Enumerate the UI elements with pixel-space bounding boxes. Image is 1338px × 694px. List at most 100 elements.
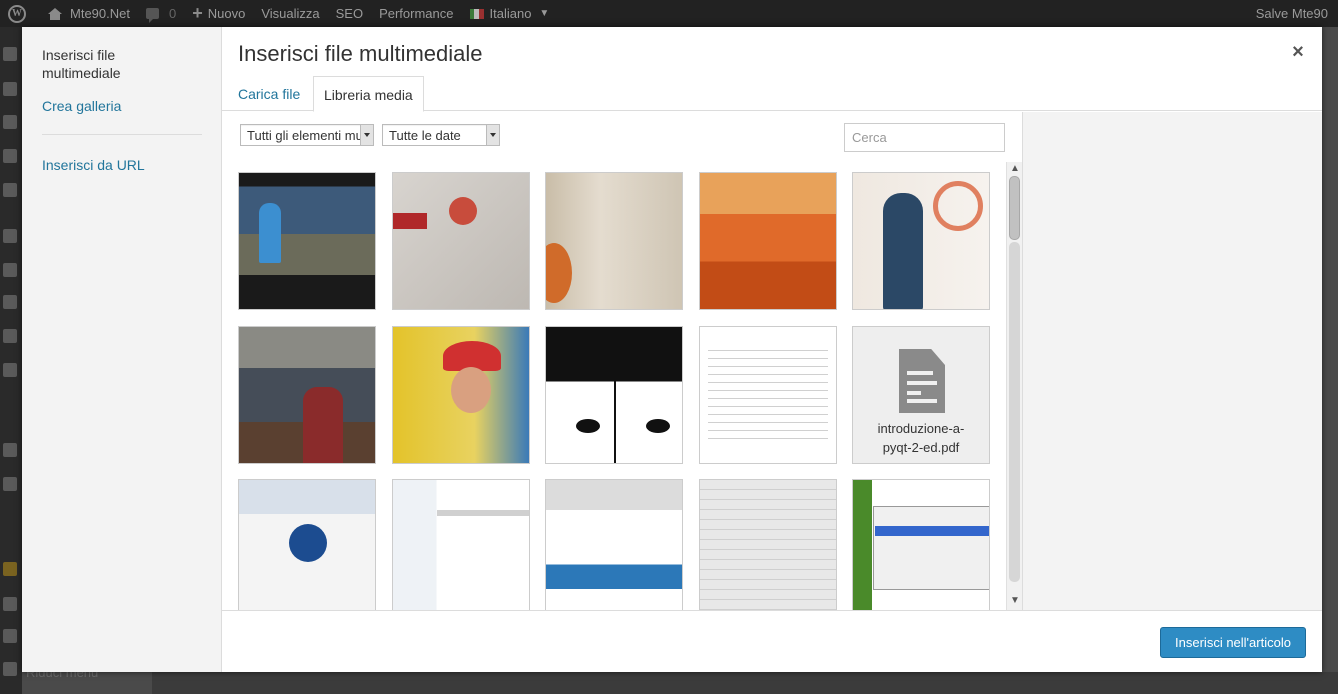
- plugins-icon[interactable]: [3, 263, 17, 277]
- image-thumbnail: [546, 480, 682, 610]
- attachment-firefox-screenshot[interactable]: [238, 479, 376, 610]
- attachments-browser: Tutti gli elementi multimediali Tutte le…: [222, 112, 1022, 610]
- users-icon[interactable]: [3, 295, 17, 309]
- scrollbar-track[interactable]: [1009, 242, 1020, 582]
- modal-toolbar: Inserisci nell'articolo: [222, 610, 1322, 672]
- attachment-group-photo[interactable]: [238, 326, 376, 464]
- language-label: Italiano: [489, 6, 532, 21]
- filter-date-select[interactable]: Tutte le date: [382, 124, 500, 146]
- document-icon: [899, 349, 945, 413]
- attachment-xkcd-comic[interactable]: [545, 326, 683, 464]
- comments-count: 0: [168, 6, 177, 21]
- cube-icon[interactable]: [3, 629, 17, 643]
- logo-shape: [933, 181, 983, 231]
- account-menu[interactable]: Salve Mte90: [1248, 0, 1338, 27]
- attachment-github-readme-screenshot[interactable]: [392, 479, 530, 610]
- attachment-filename: introduzione-a-pyqt-2-ed.pdf: [877, 421, 965, 455]
- pages-icon[interactable]: [3, 183, 17, 197]
- filter-type-value: Tutti gli elementi multimediali: [247, 128, 373, 143]
- context-menu-shape: [873, 506, 989, 590]
- close-icon[interactable]: ×: [1286, 39, 1310, 65]
- admin-bar: W Mte90.Net 0 + Nuovo Visualizza SEO Per…: [0, 0, 1338, 27]
- wordpress-logo[interactable]: W: [0, 0, 40, 27]
- insert-into-post-button[interactable]: Inserisci nell'articolo: [1160, 627, 1306, 658]
- italian-flag-icon: [469, 8, 484, 19]
- person-shape: [259, 203, 281, 263]
- attachment-firefox-suggestions-screenshot[interactable]: [699, 479, 837, 610]
- media-icon[interactable]: [3, 82, 17, 96]
- attachment-meetup-whiteboard[interactable]: [545, 172, 683, 310]
- performance-label: Performance: [379, 6, 454, 21]
- comments-link[interactable]: 0: [138, 0, 184, 27]
- menu-item-insert-media[interactable]: Inserisci file multimediale: [42, 46, 192, 82]
- attachment-context-menu-screenshot[interactable]: [852, 479, 990, 610]
- feedback-icon[interactable]: [3, 149, 17, 163]
- attachment-index-document[interactable]: [699, 326, 837, 464]
- security-icon[interactable]: [3, 477, 17, 491]
- seo-menu-icon[interactable]: [3, 443, 17, 457]
- attachment-red-hat-portrait[interactable]: [392, 326, 530, 464]
- comments-menu-icon[interactable]: [3, 115, 17, 129]
- tab-media-library[interactable]: Libreria media: [313, 76, 424, 112]
- wordpress-icon: W: [8, 4, 26, 23]
- face-shape: [451, 367, 491, 413]
- filter-date-value: Tutte le date: [389, 128, 461, 143]
- image-thumbnail: [708, 343, 828, 443]
- image-thumbnail: [700, 173, 836, 309]
- tools-icon[interactable]: [3, 329, 17, 343]
- filter-type-select[interactable]: Tutti gli elementi multimediali: [240, 124, 374, 146]
- image-thumbnail: [700, 480, 836, 610]
- pin-icon[interactable]: [3, 47, 17, 61]
- settings-icon[interactable]: [3, 363, 17, 377]
- attachment-oreilly-banner[interactable]: [392, 172, 530, 310]
- attachment-mozillians-meme[interactable]: [238, 172, 376, 310]
- attachments-grid: introduzione-a-pyqt-2-ed.pdf: [238, 172, 1003, 610]
- image-thumbnail: [393, 480, 529, 610]
- comment-icon: [145, 8, 159, 23]
- menu-separator: [42, 134, 202, 135]
- site-name: Mte90.Net: [70, 6, 130, 21]
- router-tabs: Carica file Libreria media: [222, 76, 1322, 112]
- bomb-shape: [646, 419, 670, 433]
- star-icon[interactable]: [3, 562, 17, 576]
- scrollbar-thumb[interactable]: [1009, 176, 1020, 240]
- language-switcher[interactable]: Italiano ▼: [462, 0, 558, 27]
- appearance-icon[interactable]: [3, 229, 17, 243]
- attachment-speaker-portrait[interactable]: [852, 172, 990, 310]
- bomb-shape: [576, 419, 600, 433]
- tab-upload-files[interactable]: Carica file: [228, 76, 310, 112]
- scroll-up-icon[interactable]: ▲: [1010, 164, 1020, 174]
- media-modal: Inserisci file multimediale Crea galleri…: [22, 27, 1322, 672]
- new-content-link[interactable]: + Nuovo: [184, 0, 253, 27]
- attachment-meetup-slide[interactable]: [699, 172, 837, 310]
- plus-icon: +: [192, 3, 203, 23]
- menu-item-insert-from-url[interactable]: Inserisci da URL: [42, 157, 145, 173]
- firefox-globe-icon: [289, 524, 327, 562]
- person-shape: [883, 193, 923, 309]
- performance-link[interactable]: Performance: [371, 0, 461, 27]
- attachment-notifications-screenshot[interactable]: [545, 479, 683, 610]
- gear-icon[interactable]: [3, 597, 17, 611]
- view-link[interactable]: Visualizza: [253, 0, 327, 27]
- chevron-down-icon: [486, 125, 499, 145]
- chevron-down-icon: [360, 125, 373, 145]
- collapse-icon[interactable]: [3, 662, 17, 676]
- home-icon: [48, 7, 62, 20]
- view-label: Visualizza: [261, 6, 320, 21]
- attachment-details-sidebar: [1022, 112, 1322, 610]
- seo-link[interactable]: SEO: [328, 0, 371, 27]
- menu-item-create-gallery[interactable]: Crea galleria: [42, 98, 121, 114]
- logo-shape: [393, 213, 427, 229]
- modal-title: Inserisci file multimediale: [238, 41, 483, 66]
- new-label: Nuovo: [207, 6, 246, 21]
- seo-label: SEO: [335, 6, 364, 21]
- page-background: [152, 672, 1338, 694]
- scroll-down-icon[interactable]: ▼: [1010, 596, 1020, 606]
- media-menu: Inserisci file multimediale Crea galleri…: [22, 27, 222, 672]
- grid-scrollbar[interactable]: ▲ ▼: [1006, 162, 1022, 610]
- site-name-link[interactable]: Mte90.Net: [40, 0, 138, 27]
- search-input[interactable]: [844, 123, 1005, 152]
- panel-divider: [614, 327, 616, 463]
- attachment-pdf-file[interactable]: introduzione-a-pyqt-2-ed.pdf: [852, 326, 990, 464]
- image-thumbnail: [393, 173, 529, 309]
